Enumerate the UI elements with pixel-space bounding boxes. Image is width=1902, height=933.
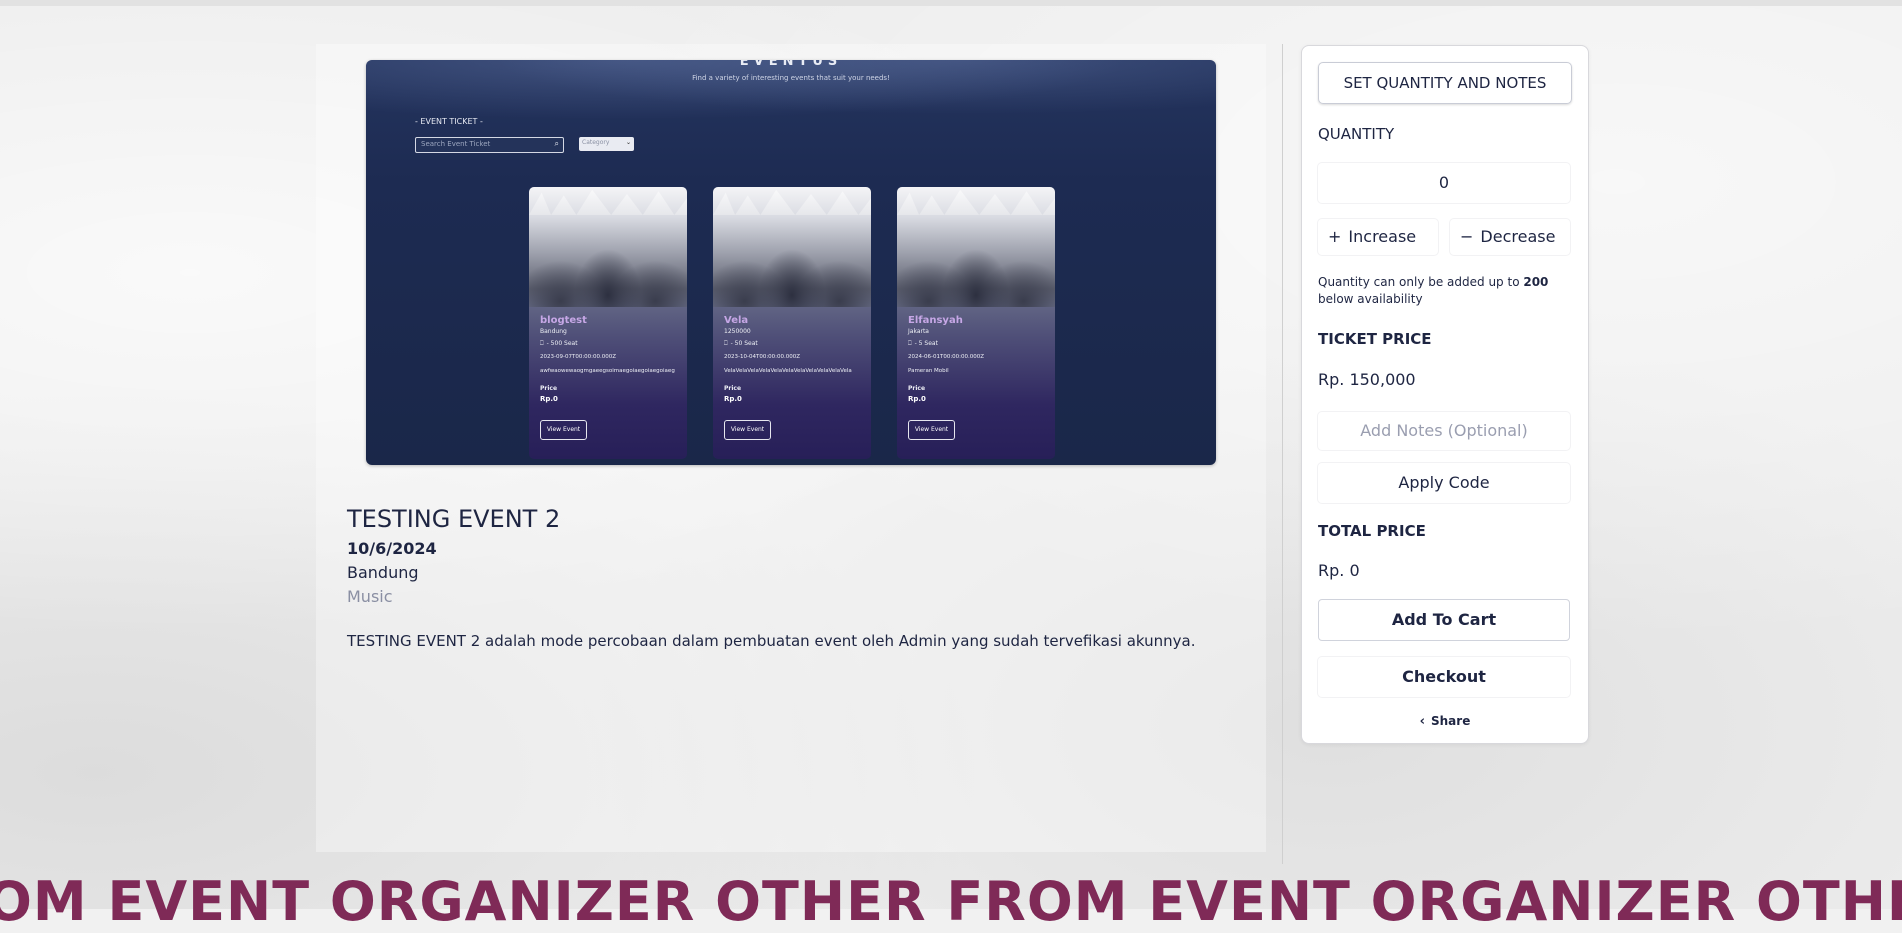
card-price-label: Price [540, 385, 558, 392]
set-quantity-notes-header: SET QUANTITY AND NOTES [1318, 62, 1572, 104]
column-divider [1282, 44, 1283, 864]
event-date: 10/6/2024 [347, 539, 437, 558]
preview-search-placeholder: Search Event Ticket [421, 140, 491, 148]
card-view-event-button: View Event [724, 420, 771, 440]
minus-icon: − [1460, 227, 1474, 246]
card-seat-text: - 50 Seat [730, 340, 758, 347]
card-description: Pameran Mobil [908, 368, 949, 374]
decrease-button[interactable]: − Decrease [1450, 219, 1570, 255]
increase-label: Increase [1348, 227, 1417, 246]
card-price-label: Price [908, 385, 926, 392]
share-label: Share [1431, 714, 1471, 728]
card-seat: ⎕ - 500 Seat [540, 340, 578, 348]
card-date: 2023-09-07T00:00:00.000Z [540, 354, 617, 360]
quantity-note-suffix: below availability [1318, 292, 1423, 306]
card-seat: ⎕ - 5 Seat [908, 340, 938, 348]
card-seat-text: - 500 Seat [546, 340, 578, 347]
card-price-label: Price [724, 385, 742, 392]
total-price-label: TOTAL PRICE [1318, 522, 1426, 540]
chevron-down-icon: ⌄ [625, 139, 631, 146]
preview-event-card: blogtest Bandung ⎕ - 500 Seat 2023-09-07T… [529, 187, 687, 459]
event-city: Bandung [347, 563, 419, 582]
quantity-label: QUANTITY [1318, 125, 1395, 143]
card-price: Rp.0 [908, 395, 926, 403]
share-icon: ‹ [1419, 714, 1425, 729]
share-button[interactable]: ‹ Share [1302, 714, 1588, 729]
card-name: Elfansyah [908, 315, 963, 326]
ticket-price-label: TICKET PRICE [1318, 330, 1432, 348]
preview-event-card: Vela 1250000 ⎕ - 50 Seat 2023-10-04T00:00… [713, 187, 871, 459]
decrease-label: Decrease [1480, 227, 1556, 246]
card-price: Rp.0 [540, 395, 558, 403]
plus-icon: + [1328, 227, 1342, 246]
preview-category-select: Category ⌄ [579, 137, 634, 151]
card-city: Jakarta [908, 328, 929, 335]
event-description: TESTING EVENT 2 adalah mode percobaan da… [347, 632, 1196, 650]
checkout-button[interactable]: Checkout [1318, 657, 1570, 697]
card-price: Rp.0 [724, 395, 742, 403]
card-date: 2024-06-01T00:00:00.000Z [908, 354, 985, 360]
crowd-image [529, 187, 687, 307]
ticket-price-value: Rp. 150,000 [1318, 370, 1416, 389]
apply-code-button[interactable]: Apply Code [1318, 463, 1570, 503]
preview-tagline: Find a variety of interesting events tha… [692, 74, 890, 82]
card-city: 1250000 [724, 328, 751, 335]
preview-logo: EVENTUS [739, 60, 843, 69]
increase-button[interactable]: + Increase [1318, 219, 1438, 255]
preview-event-card: Elfansyah Jakarta ⎕ - 5 Seat 2024-06-01T0… [897, 187, 1055, 459]
crowd-image [897, 187, 1055, 307]
crowd-image [713, 187, 871, 307]
event-preview-image: EVENTUS Find a variety of interesting ev… [366, 60, 1216, 465]
quantity-note: Quantity can only be added up to 200 bel… [1318, 274, 1578, 308]
top-bar [0, 0, 1902, 6]
quantity-note-prefix: Quantity can only be added up to [1318, 275, 1524, 289]
card-seat-text: - 5 Seat [914, 340, 938, 347]
preview-stage-glow [366, 60, 1216, 130]
preview-ticket-label: - EVENT TICKET - [415, 117, 483, 126]
preview-category-placeholder: Category [582, 139, 610, 146]
card-seat: ⎕ - 50 Seat [724, 340, 758, 348]
organizer-marquee: OM EVENT ORGANIZER OTHER FROM EVENT ORGA… [0, 870, 1902, 933]
card-name: Vela [724, 315, 749, 326]
card-view-event-button: View Event [540, 420, 587, 440]
order-sidebar: SET QUANTITY AND NOTES QUANTITY 0 + Incre… [1301, 45, 1589, 744]
quantity-field[interactable]: 0 [1318, 163, 1570, 203]
card-description: awfwaowewaogmgaeegsoimaegoiaegoiaegoiaeg [540, 368, 675, 374]
search-icon: ⌕ [554, 139, 559, 148]
quantity-note-max: 200 [1523, 275, 1549, 289]
notes-input[interactable]: Add Notes (Optional) [1318, 412, 1570, 450]
event-category: Music [347, 587, 393, 606]
card-name: blogtest [540, 315, 587, 326]
event-title: TESTING EVENT 2 [347, 505, 561, 533]
seat-icon: ⎕ [908, 340, 912, 347]
card-description: VelaVelaVelaVelaVelaVelaVelaVelaVelaVela… [724, 368, 852, 374]
card-date: 2023-10-04T00:00:00.000Z [724, 354, 801, 360]
seat-icon: ⎕ [724, 340, 728, 347]
seat-icon: ⎕ [540, 340, 544, 347]
preview-search-input: Search Event Ticket ⌕ [415, 137, 564, 153]
total-price-value: Rp. 0 [1318, 561, 1360, 580]
add-to-cart-button[interactable]: Add To Cart [1318, 599, 1570, 641]
card-view-event-button: View Event [908, 420, 955, 440]
card-city: Bandung [540, 328, 567, 335]
